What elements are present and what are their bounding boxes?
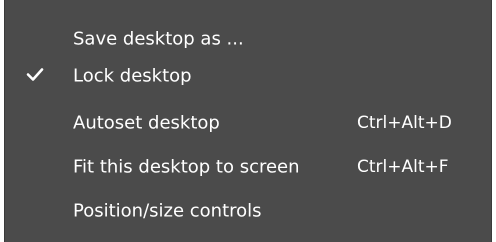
menu-item-label: Autoset desktop — [73, 112, 220, 134]
menu-item-shortcut: Ctrl+Alt+F — [357, 157, 449, 177]
checkmark-icon — [25, 64, 45, 84]
menu-item-autoset-desktop[interactable]: Autoset desktop Ctrl+Alt+D — [5, 100, 491, 146]
menu-item-label: Lock desktop — [73, 65, 192, 87]
menu-item-label: Fit this desktop to screen — [73, 156, 300, 178]
menu-item-fit-desktop-to-screen[interactable]: Fit this desktop to screen Ctrl+Alt+F — [5, 144, 491, 190]
context-menu: Save desktop as ... Lock desktop Autoset… — [4, 0, 492, 242]
menu-item-label: Position/size controls — [73, 200, 262, 222]
menu-item-lock-desktop[interactable]: Lock desktop — [5, 53, 491, 99]
menu-item-position-size-controls[interactable]: Position/size controls — [5, 188, 491, 234]
menu-item-label: Save desktop as ... — [73, 28, 244, 50]
menu-item-shortcut: Ctrl+Alt+D — [357, 113, 452, 133]
